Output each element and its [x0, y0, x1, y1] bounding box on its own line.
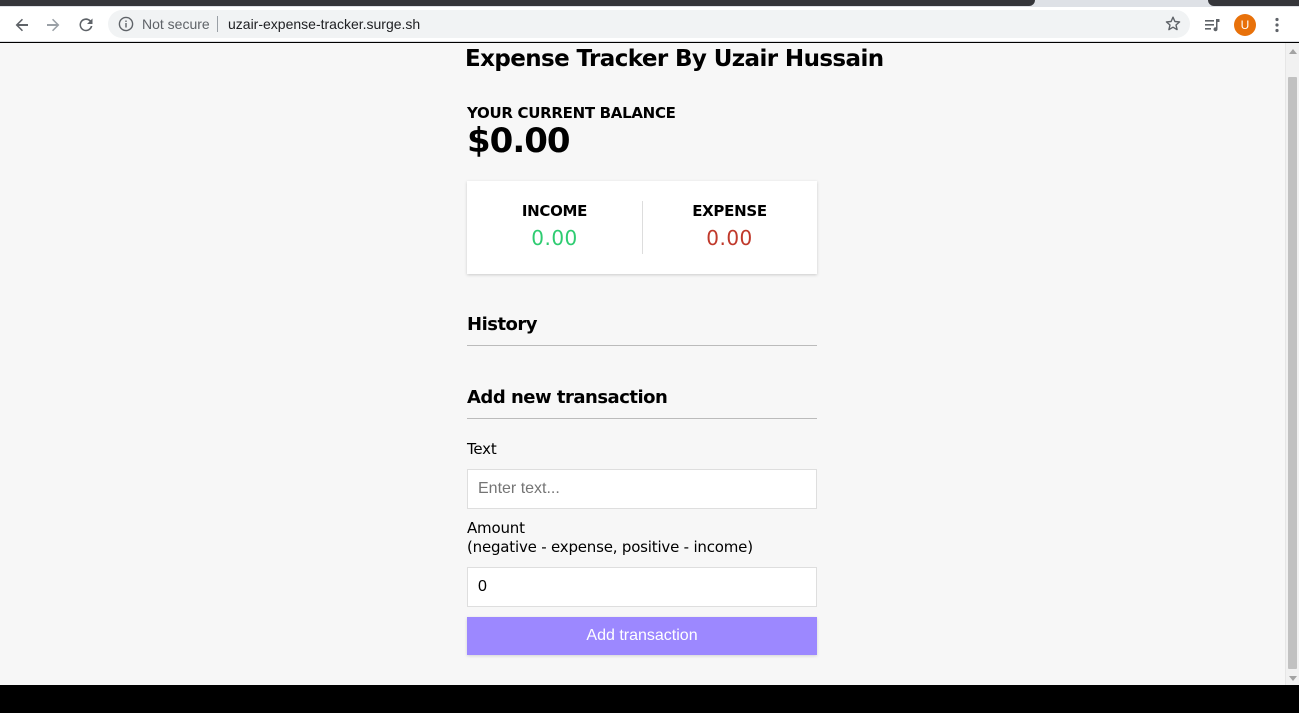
balance-label: YOUR CURRENT BALANCE	[467, 104, 676, 122]
income-column: INCOME 0.00	[467, 181, 642, 274]
amount-label-hint: (negative - expense, positive - income)	[467, 538, 753, 556]
scrollbar[interactable]	[1285, 43, 1299, 685]
expense-column: EXPENSE 0.00	[642, 181, 817, 274]
avatar[interactable]: U	[1234, 14, 1256, 36]
text-label: Text	[467, 440, 497, 458]
star-icon[interactable]	[1164, 15, 1182, 33]
text-input[interactable]	[467, 469, 817, 509]
income-value: 0.00	[531, 226, 578, 250]
forward-arrow-icon[interactable]	[40, 12, 66, 38]
tab-background	[0, 0, 1035, 6]
scroll-up-arrow-icon[interactable]	[1289, 49, 1297, 54]
url-text[interactable]: uzair-expense-tracker.surge.sh	[228, 16, 420, 32]
income-label: INCOME	[521, 202, 588, 220]
security-status: Not secure	[142, 16, 210, 32]
history-heading: History	[467, 314, 817, 346]
tab-strip	[0, 0, 1299, 7]
back-arrow-icon[interactable]	[9, 12, 35, 38]
page-viewport: Expense Tracker By Uzair Hussain YOUR CU…	[0, 43, 1285, 685]
scrollbar-thumb[interactable]	[1288, 77, 1297, 669]
amount-label-title: Amount	[467, 519, 525, 537]
screen-bottom-edge	[0, 685, 1299, 713]
income-expense-card: INCOME 0.00 EXPENSE 0.00	[467, 181, 817, 274]
add-transaction-heading: Add new transaction	[467, 387, 817, 419]
reload-icon[interactable]	[73, 12, 99, 38]
info-icon[interactable]	[118, 16, 134, 32]
browser-toolbar: Not secure uzair-expense-tracker.surge.s…	[0, 7, 1299, 42]
tab-background	[1208, 0, 1299, 6]
add-transaction-button[interactable]: Add transaction	[467, 617, 817, 655]
page-title: Expense Tracker By Uzair Hussain	[465, 46, 884, 72]
amount-label: Amount (negative - expense, positive - i…	[467, 519, 753, 557]
scroll-down-arrow-icon[interactable]	[1289, 676, 1297, 681]
amount-input[interactable]	[467, 567, 817, 607]
kebab-menu-icon[interactable]	[1265, 13, 1289, 37]
omnibox-divider	[217, 16, 218, 32]
address-bar[interactable]: Not secure uzair-expense-tracker.surge.s…	[108, 10, 1190, 38]
expense-label: EXPENSE	[692, 202, 767, 220]
expense-value: 0.00	[706, 226, 753, 250]
media-queue-icon[interactable]	[1200, 13, 1224, 37]
balance-value: $0.00	[467, 121, 571, 161]
